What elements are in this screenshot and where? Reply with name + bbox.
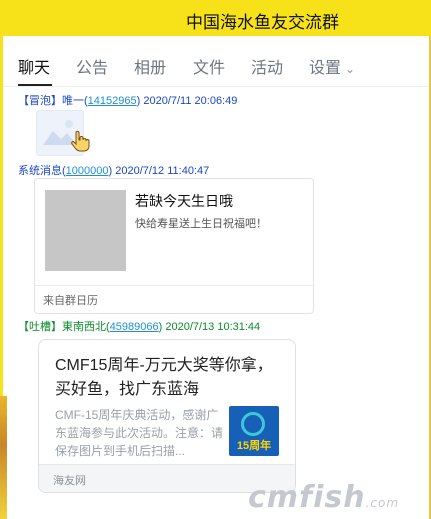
sender-name[interactable]: 唯一 (62, 95, 84, 107)
tab-settings[interactable]: 设置 ⌄ (309, 54, 355, 78)
hand-cursor-icon (70, 130, 90, 158)
message-header: 【吐槽】東南西北(45989066) 2020/7/13 10:31:44 (18, 321, 261, 333)
card-divider (35, 285, 313, 286)
chevron-down-icon: ⌄ (345, 62, 356, 76)
sender-qq-link[interactable]: 1000000 (66, 165, 109, 177)
group-title: 中国海水鱼友交流群 (186, 13, 339, 32)
share-card-description: CMF-15周年庆典活动，感谢广东蓝海参与此次活动。注意：请保存图片到手机后扫描… (55, 408, 224, 458)
birthday-card-image (45, 190, 126, 271)
active-tab-indicator (18, 84, 52, 86)
left-frame-edge (0, 36, 3, 396)
birthday-card[interactable]: 若缺今天生日哦 快给寿星送上生日祝福吧！ 来自群日历 (34, 178, 314, 314)
window-titlebar: 中国海水鱼友交流群 (0, 0, 431, 36)
member-tag: 【冒泡】 (18, 95, 62, 107)
message-time: 2020/7/13 10:31:44 (165, 321, 261, 333)
sender-name[interactable]: 系统消息 (18, 165, 62, 177)
message-time: 2020/7/11 20:06:49 (143, 95, 238, 107)
anniversary-logo-image: 15周年 (229, 406, 279, 456)
birthday-card-title: 若缺今天生日哦 (135, 193, 233, 209)
message-header: 系统消息(1000000) 2020/7/12 11:40:47 (18, 165, 210, 177)
tab-chat[interactable]: 聊天 (18, 54, 50, 78)
site-watermark: cmfish.com (248, 480, 400, 515)
tab-album[interactable]: 相册 (134, 54, 166, 78)
share-card-title: CMF15周年-万元大奖等你拿，买好鱼，找广东蓝海 (55, 357, 273, 398)
birthday-card-subtitle: 快给寿星送上生日祝福吧！ (135, 218, 267, 230)
tab-activities[interactable]: 活动 (251, 54, 283, 78)
tab-files[interactable]: 文件 (193, 54, 225, 78)
message-header: 【冒泡】唯一(14152965) 2020/7/11 20:06:49 (18, 95, 238, 107)
background-edge-image (0, 396, 7, 519)
share-card-source: 海友网 (53, 475, 86, 487)
logo-ring-icon (241, 412, 265, 436)
card-source: 来自群日历 (43, 295, 98, 307)
tab-settings-label: 设置 (309, 60, 342, 77)
tab-announcements[interactable]: 公告 (76, 54, 108, 78)
message-time: 2020/7/12 11:40:47 (115, 165, 210, 177)
member-tag: 【吐槽】 (18, 321, 62, 333)
tab-bar: 聊天 公告 相册 文件 活动 设置 ⌄ (3, 36, 429, 87)
logo-text: 15周年 (236, 440, 272, 452)
share-link-card[interactable]: CMF15周年-万元大奖等你拿，买好鱼，找广东蓝海 CMF-15周年庆典活动，感… (38, 339, 296, 493)
sender-qq-link[interactable]: 14152965 (88, 95, 137, 107)
sender-qq-link[interactable]: 45989066 (110, 321, 159, 333)
sender-name[interactable]: 東南西北 (62, 321, 106, 333)
